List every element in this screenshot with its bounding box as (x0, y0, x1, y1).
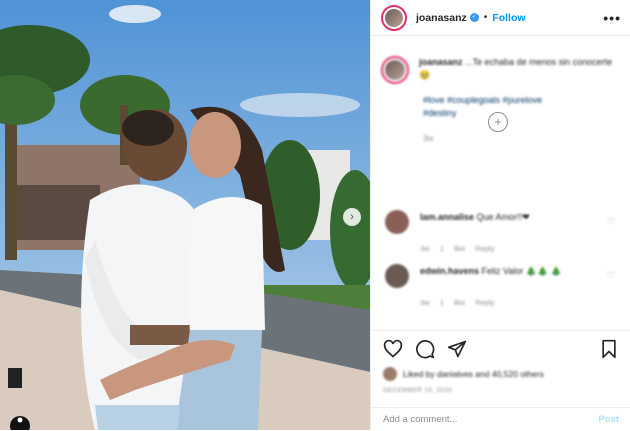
post-header: joanasanz ✓ • Follow ••• (371, 0, 630, 36)
separator-dot: • (483, 12, 488, 23)
more-icon[interactable]: ••• (603, 10, 621, 26)
comment-text: Feliz Valor 🎄🎄 🎄 (481, 266, 563, 276)
likes-row: Liked by danialves and 40,520 others (371, 359, 630, 381)
tag-person-icon[interactable] (10, 416, 30, 430)
comment-time: 3w (420, 244, 430, 253)
person-icon (17, 417, 23, 423)
verified-icon: ✓ (469, 13, 479, 22)
action-icons (371, 331, 630, 359)
comment-avatar[interactable] (385, 210, 409, 234)
comment-reply[interactable]: Reply (475, 244, 494, 253)
add-comment-bar: Add a comment... Post (371, 407, 630, 430)
comment-meta: 3w 1 like Reply (420, 244, 615, 253)
comment-meta: 3w 1 like Reply (420, 298, 615, 307)
comment-text: Que Amor!!❤ (476, 212, 530, 222)
heart-icon[interactable]: ♡ (607, 270, 615, 281)
comment-username[interactable]: lam.annalise (420, 212, 474, 222)
comment-text-wrap: lam.annalise Que Amor!!❤ (420, 210, 580, 234)
add-comment-input[interactable]: Add a comment... (383, 414, 457, 425)
comment-username[interactable]: edwin.havens (420, 266, 479, 276)
caption-username[interactable]: joanasanz (419, 57, 463, 67)
post-comment-button[interactable]: Post (598, 414, 619, 425)
comment-icon[interactable] (415, 339, 435, 359)
comment-likes[interactable]: 1 like (440, 244, 466, 253)
post-date: DECEMBER 15, 2020 (383, 387, 453, 394)
comment-time: 3w (420, 298, 430, 307)
comment-item: lam.annalise Que Amor!!❤ 3w 1 like Reply… (385, 210, 615, 253)
liker-avatar[interactable] (383, 367, 397, 381)
caption-text-wrap: joanasanz ...Te echaba de menos sin cono… (419, 56, 614, 84)
comment-avatar[interactable] (385, 264, 409, 288)
heart-icon[interactable]: ♡ (607, 216, 615, 227)
comment-item: edwin.havens Feliz Valor 🎄🎄 🎄 3w 1 like … (385, 264, 615, 307)
share-icon[interactable] (447, 339, 467, 359)
comment-text-wrap: edwin.havens Feliz Valor 🎄🎄 🎄 (420, 264, 580, 288)
save-icon[interactable] (599, 339, 619, 359)
post-photo[interactable]: › (0, 0, 370, 430)
comment-reply[interactable]: Reply (475, 298, 494, 307)
next-photo-button[interactable]: › (343, 208, 361, 226)
caption-time: 3w (423, 134, 434, 143)
author-avatar[interactable] (381, 4, 407, 31)
follow-button[interactable]: Follow (492, 12, 525, 24)
photo-image (0, 0, 370, 430)
chevron-right-icon: › (350, 211, 354, 223)
post-side-panel: joanasanz ✓ • Follow ••• joanasanz ...Te… (370, 0, 630, 430)
heart-icon[interactable] (383, 339, 403, 359)
likes-text[interactable]: Liked by danialves and 40,520 others (403, 369, 544, 379)
author-username[interactable]: joanasanz (416, 12, 467, 24)
caption-avatar[interactable] (381, 56, 409, 84)
load-more-comments-button[interactable]: + (488, 112, 508, 132)
comment-likes[interactable]: 1 like (440, 298, 466, 307)
